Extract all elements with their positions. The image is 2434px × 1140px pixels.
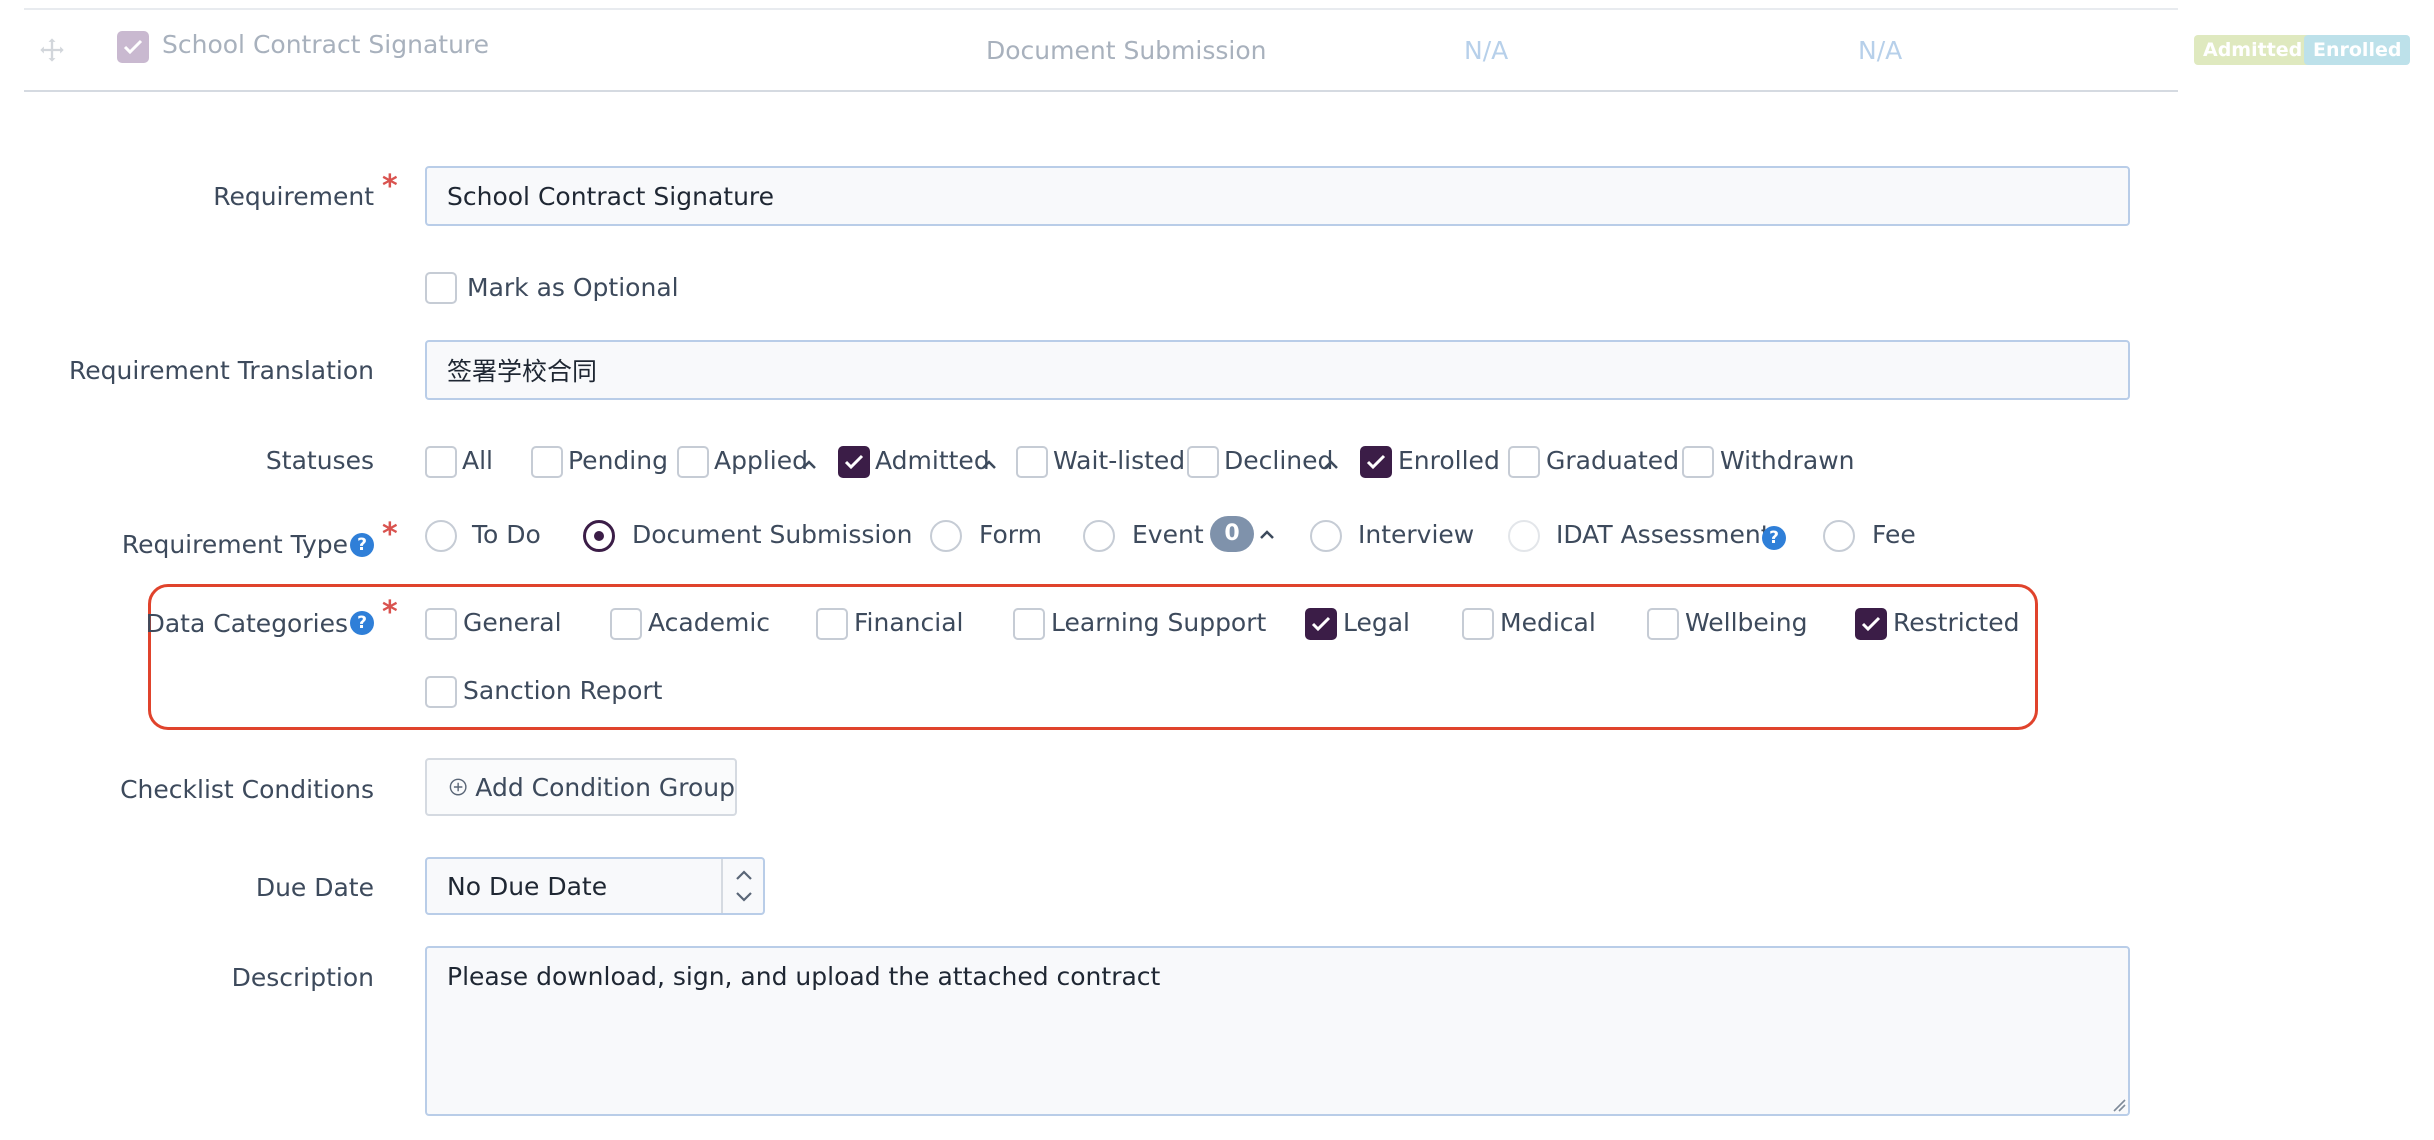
type-label-document-submission: Document Submission (632, 520, 913, 549)
requirement-label: Requirement (213, 182, 374, 211)
status-checkbox-pending[interactable] (531, 446, 563, 478)
type-radio-interview[interactable] (1310, 520, 1342, 552)
check-icon (1366, 454, 1386, 470)
type-label-event: Event (1132, 520, 1204, 549)
type-radio-to-do[interactable] (425, 520, 457, 552)
help-icon[interactable]: ? (350, 533, 374, 557)
status-checkbox-admitted[interactable] (838, 446, 870, 478)
checklist-label: Checklist Conditions (120, 775, 374, 804)
required-asterisk: * (382, 517, 398, 552)
category-checkbox-sanction-report[interactable] (425, 676, 457, 708)
status-checkbox-wait-listed[interactable] (1016, 446, 1048, 478)
category-label-restricted: Restricted (1893, 608, 2020, 637)
check-icon (123, 39, 143, 55)
mark-optional-checkbox[interactable] (425, 272, 457, 304)
status-label-withdrawn: Withdrawn (1720, 446, 1855, 475)
check-icon (1861, 616, 1881, 632)
resize-handle-icon[interactable] (2110, 1096, 2126, 1112)
category-checkbox-restricted[interactable] (1855, 608, 1887, 640)
check-icon (844, 454, 864, 470)
row-col-1: N/A (1464, 36, 1509, 65)
drag-handle-icon[interactable] (38, 36, 66, 64)
status-label-all: All (462, 446, 493, 475)
category-checkbox-financial[interactable] (816, 608, 848, 640)
category-label-general: General (463, 608, 562, 637)
chevron-up-icon[interactable] (1322, 458, 1340, 470)
category-checkbox-learning-support[interactable] (1013, 608, 1045, 640)
due-date-field[interactable] (425, 857, 765, 915)
type-radio-form[interactable] (930, 520, 962, 552)
status-badge-enrolled: Enrolled (2304, 35, 2411, 65)
type-label-interview: Interview (1358, 520, 1475, 549)
type-radio-idat-assessment (1508, 520, 1540, 552)
status-checkbox-graduated[interactable] (1508, 446, 1540, 478)
category-label-sanction-report: Sanction Report (463, 676, 663, 705)
row-col-2: N/A (1858, 36, 1903, 65)
category-label-academic: Academic (648, 608, 771, 637)
data-categories-label: Data Categories (145, 609, 348, 638)
status-label-enrolled: Enrolled (1398, 446, 1500, 475)
check-icon (1311, 616, 1331, 632)
type-radio-document-submission[interactable] (583, 520, 615, 552)
add-condition-group-button[interactable]: Add Condition Group (425, 758, 737, 816)
description-label: Description (231, 963, 374, 992)
status-label-declined: Declined (1224, 446, 1334, 475)
status-checkbox-all[interactable] (425, 446, 457, 478)
row-type: Document Submission (986, 36, 1267, 65)
status-label-pending: Pending (568, 446, 668, 475)
requirement-type-label: Requirement Type (121, 530, 348, 559)
required-asterisk: * (382, 169, 398, 204)
data-categories-highlight (148, 584, 2038, 730)
type-label-to-do: To Do (472, 520, 541, 549)
chevron-up-icon[interactable] (800, 458, 818, 470)
status-label-applied: Applied (714, 446, 808, 475)
category-checkbox-legal[interactable] (1305, 608, 1337, 640)
type-label-form: Form (979, 520, 1042, 549)
statuses-label: Statuses (265, 446, 374, 475)
description-textarea[interactable]: Please download, sign, and upload the at… (425, 946, 2130, 1116)
category-checkbox-wellbeing[interactable] (1647, 608, 1679, 640)
status-label-admitted: Admitted (875, 446, 990, 475)
status-badge-admitted: Admitted (2194, 35, 2312, 65)
due-date-stepper[interactable] (721, 859, 763, 913)
requirement-input[interactable] (425, 166, 2130, 226)
type-radio-fee[interactable] (1823, 520, 1855, 552)
row-checkbox[interactable] (117, 31, 149, 63)
category-checkbox-academic[interactable] (610, 608, 642, 640)
type-radio-event[interactable] (1083, 520, 1115, 552)
chevron-up-icon[interactable] (1258, 528, 1276, 540)
stepper-arrows-icon (736, 870, 752, 902)
chevron-up-icon[interactable] (980, 458, 998, 470)
type-label-idat-assessment: IDAT Assessment (1556, 520, 1771, 549)
category-label-wellbeing: Wellbeing (1685, 608, 1808, 637)
type-label-fee: Fee (1872, 520, 1916, 549)
add-condition-group-label: Add Condition Group (475, 772, 735, 802)
row-title: School Contract Signature (162, 30, 490, 59)
status-checkbox-enrolled[interactable] (1360, 446, 1392, 478)
translation-input[interactable] (425, 340, 2130, 400)
category-label-financial: Financial (854, 608, 964, 637)
category-checkbox-medical[interactable] (1462, 608, 1494, 640)
requirement-list-row[interactable]: School Contract Signature Document Submi… (24, 8, 2178, 92)
status-checkbox-applied[interactable] (677, 446, 709, 478)
status-label-wait-listed: Wait-listed (1053, 446, 1186, 475)
category-label-learning-support: Learning Support (1051, 608, 1267, 637)
plus-circle-icon (449, 778, 467, 796)
due-date-label: Due Date (255, 873, 374, 902)
translation-label: Requirement Translation (69, 356, 374, 385)
event-count-badge: 0 (1210, 516, 1254, 552)
status-checkbox-withdrawn[interactable] (1682, 446, 1714, 478)
required-asterisk: * (382, 595, 398, 630)
due-date-input[interactable] (427, 859, 723, 913)
status-label-graduated: Graduated (1546, 446, 1680, 475)
mark-optional-label: Mark as Optional (467, 273, 679, 302)
category-label-medical: Medical (1500, 608, 1596, 637)
help-icon[interactable]: ? (1762, 526, 1786, 550)
help-icon[interactable]: ? (350, 611, 374, 635)
status-checkbox-declined[interactable] (1187, 446, 1219, 478)
category-label-legal: Legal (1343, 608, 1411, 637)
category-checkbox-general[interactable] (425, 608, 457, 640)
